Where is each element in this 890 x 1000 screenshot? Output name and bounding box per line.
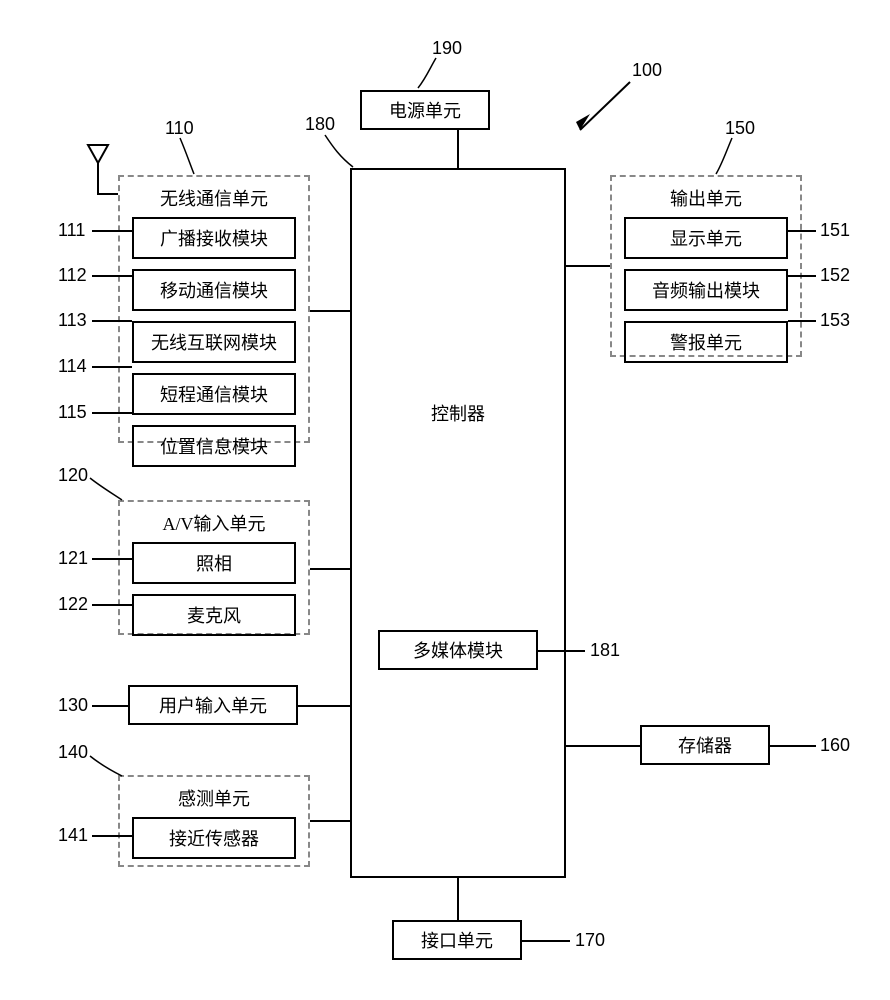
sensing-unit-block: 感测单元 接近传感器 <box>118 775 310 867</box>
ref-160: 160 <box>820 735 850 756</box>
ref-181: 181 <box>590 640 620 661</box>
ref-111: 111 <box>58 220 85 241</box>
ref-112: 112 <box>58 265 87 286</box>
ref-141: 141 <box>58 825 88 846</box>
leader-150 <box>712 138 742 176</box>
ref-130: 130 <box>58 695 88 716</box>
ref-120: 120 <box>58 465 88 486</box>
ref-140: 140 <box>58 742 88 763</box>
user-input-label: 用户输入单元 <box>159 692 267 718</box>
camera-module: 照相 <box>132 542 296 584</box>
interface-label: 接口单元 <box>421 927 493 953</box>
interface-unit-block: 接口单元 <box>392 920 522 960</box>
ref-110: 110 <box>165 118 194 139</box>
leader-190 <box>418 58 448 90</box>
wireless-title: 无线通信单元 <box>120 177 308 217</box>
ref-121: 121 <box>58 548 88 569</box>
ref-152: 152 <box>820 265 850 286</box>
short-range-module: 短程通信模块 <box>132 373 296 415</box>
memory-label: 存储器 <box>678 732 732 758</box>
sensing-title: 感测单元 <box>120 777 308 817</box>
location-info-module: 位置信息模块 <box>132 425 296 467</box>
alarm-unit: 警报单元 <box>624 321 788 363</box>
output-title: 输出单元 <box>612 177 800 217</box>
ref-115: 115 <box>58 402 87 423</box>
user-input-block: 用户输入单元 <box>128 685 298 725</box>
ref-180: 180 <box>305 114 335 135</box>
output-unit-block: 输出单元 显示单元 音频输出模块 警报单元 <box>610 175 802 357</box>
controller-block: 控制器 <box>350 168 566 878</box>
ref-114: 114 <box>58 356 87 377</box>
broadcast-module: 广播接收模块 <box>132 217 296 259</box>
arrow-100 <box>570 82 640 142</box>
power-unit-block: 电源单元 <box>360 90 490 130</box>
ref-150: 150 <box>725 118 755 139</box>
ref-122: 122 <box>58 594 88 615</box>
av-input-block: A/V输入单元 照相 麦克风 <box>118 500 310 635</box>
ref-151: 151 <box>820 220 850 241</box>
multimedia-block: 多媒体模块 <box>378 630 538 670</box>
ref-153: 153 <box>820 310 850 331</box>
wireless-internet-module: 无线互联网模块 <box>132 321 296 363</box>
leader-180 <box>325 135 360 170</box>
ref-190: 190 <box>432 38 462 59</box>
leader-110 <box>180 138 210 176</box>
ref-170: 170 <box>575 930 605 951</box>
display-unit: 显示单元 <box>624 217 788 259</box>
ref-100: 100 <box>632 60 662 81</box>
controller-label: 控制器 <box>431 400 485 426</box>
power-unit-label: 电源单元 <box>389 97 461 123</box>
multimedia-label: 多媒体模块 <box>413 637 503 663</box>
ref-113: 113 <box>58 310 87 331</box>
leader-120 <box>90 478 125 506</box>
microphone-module: 麦克风 <box>132 594 296 636</box>
memory-block: 存储器 <box>640 725 770 765</box>
wireless-unit-block: 无线通信单元 广播接收模块 移动通信模块 无线互联网模块 短程通信模块 位置信息… <box>118 175 310 443</box>
proximity-sensor: 接近传感器 <box>132 817 296 859</box>
av-input-title: A/V输入单元 <box>120 502 308 542</box>
mobile-comm-module: 移动通信模块 <box>132 269 296 311</box>
audio-output-module: 音频输出模块 <box>624 269 788 311</box>
antenna-icon <box>88 145 118 195</box>
leader-140 <box>90 756 125 782</box>
